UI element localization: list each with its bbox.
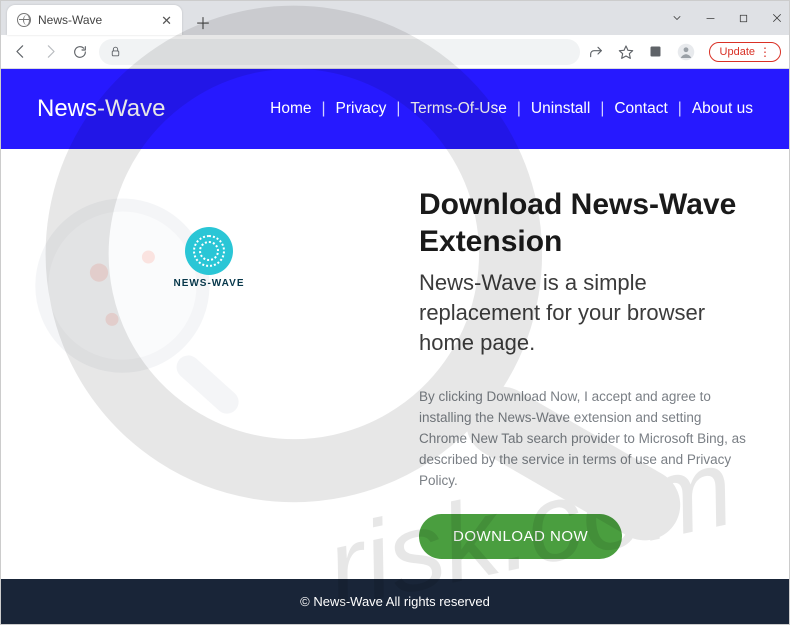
lock-icon — [109, 45, 122, 58]
bookmark-star-icon[interactable] — [618, 44, 634, 60]
browser-tabbar: News-Wave ✕ ＋ — [1, 1, 789, 35]
site-footer: © News-Wave All rights reserved — [1, 579, 789, 624]
tab-title: News-Wave — [38, 13, 154, 27]
share-icon[interactable] — [588, 44, 604, 60]
product-logo: NEWS-WAVE — [173, 227, 244, 289]
close-window-icon[interactable] — [771, 12, 783, 24]
globe-icon — [17, 13, 31, 27]
maximize-icon[interactable] — [738, 13, 749, 24]
site-header: News-Wave Home| Privacy| Terms-Of-Use| U… — [1, 69, 789, 149]
minimize-icon[interactable] — [705, 13, 716, 24]
site-brand: News-Wave — [37, 95, 165, 123]
hero-subheading: News-Wave is a simple replacement for yo… — [419, 268, 751, 357]
chevron-down-icon[interactable] — [671, 12, 683, 24]
update-label: Update — [720, 46, 755, 58]
back-button[interactable] — [9, 41, 31, 63]
new-tab-button[interactable]: ＋ — [190, 9, 216, 35]
nav-contact[interactable]: Contact — [614, 100, 667, 118]
nav-home[interactable]: Home — [270, 100, 311, 118]
nav-terms[interactable]: Terms-Of-Use — [410, 100, 506, 118]
magnifier-graphic — [21, 179, 281, 439]
update-button[interactable]: Update ⋮ — [709, 42, 781, 62]
primary-nav: Home| Privacy| Terms-Of-Use| Uninstall| … — [270, 100, 753, 118]
nav-privacy[interactable]: Privacy — [336, 100, 387, 118]
download-now-button[interactable]: DOWNLOAD NOW — [419, 514, 622, 559]
footer-copyright: © News-Wave All rights reserved — [300, 594, 490, 609]
logo-caption: NEWS-WAVE — [173, 278, 244, 289]
hero-heading: Download News-Wave Extension — [419, 187, 751, 260]
browser-tab[interactable]: News-Wave ✕ — [7, 5, 182, 35]
address-bar[interactable] — [99, 39, 580, 65]
kebab-menu-icon: ⋮ — [759, 46, 772, 58]
reload-button[interactable] — [69, 41, 91, 63]
nav-about[interactable]: About us — [692, 100, 753, 118]
hero-illustration: NEWS-WAVE — [39, 187, 379, 579]
legal-disclaimer: By clicking Download Now, I accept and a… — [419, 387, 751, 492]
profile-avatar-icon[interactable] — [677, 43, 695, 61]
extensions-icon[interactable] — [648, 44, 663, 59]
forward-button[interactable] — [39, 41, 61, 63]
nav-uninstall[interactable]: Uninstall — [531, 100, 590, 118]
fingerprint-icon — [185, 227, 233, 275]
close-tab-icon[interactable]: ✕ — [161, 14, 172, 27]
browser-toolbar: Update ⋮ — [1, 35, 789, 69]
